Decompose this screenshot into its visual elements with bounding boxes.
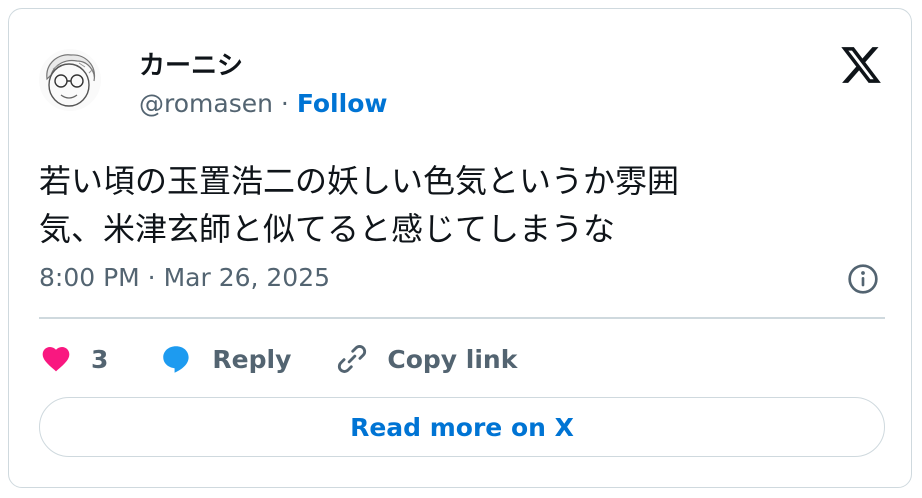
divider <box>39 317 885 319</box>
author-display-name[interactable]: カーニシ <box>139 45 243 82</box>
tweet-text-line: 若い頃の玉置浩二の妖しい色気というか雰囲 <box>39 162 680 200</box>
author-handle[interactable]: @romasen <box>139 89 273 118</box>
tweet-text: 若い頃の玉置浩二の妖しい色気というか雰囲 気、米津玄師と似てると感じてしまうな <box>39 157 859 253</box>
tweet-timestamp[interactable]: 8:00 PM · Mar 26, 2025 <box>39 263 330 292</box>
tweet-text-line: 気、米津玄師と似てると感じてしまうな <box>39 210 616 248</box>
handle-separator: · <box>280 89 289 118</box>
avatar[interactable] <box>39 49 101 111</box>
action-bar: 3 Reply Copy link <box>39 337 517 381</box>
reply-button[interactable]: Reply <box>158 342 291 376</box>
like-button[interactable]: 3 <box>39 343 108 375</box>
copy-link-button[interactable]: Copy link <box>335 342 517 376</box>
x-logo-icon[interactable] <box>839 43 883 87</box>
read-more-button[interactable]: Read more on X <box>39 397 885 457</box>
heart-icon <box>42 347 70 372</box>
author-handle-row: @romasen · Follow <box>139 89 387 118</box>
copy-link-label: Copy link <box>387 344 518 374</box>
avatar-sketch-icon <box>39 49 101 111</box>
link-chain-icon <box>338 345 367 373</box>
info-icon[interactable] <box>847 263 879 295</box>
reply-label: Reply <box>212 344 292 374</box>
tweet-card: カーニシ @romasen · Follow 若い頃の玉置浩二の妖しい色気という… <box>8 8 912 488</box>
follow-button[interactable]: Follow <box>297 89 388 118</box>
like-count: 3 <box>91 344 109 374</box>
reply-bubble-icon <box>163 346 190 373</box>
